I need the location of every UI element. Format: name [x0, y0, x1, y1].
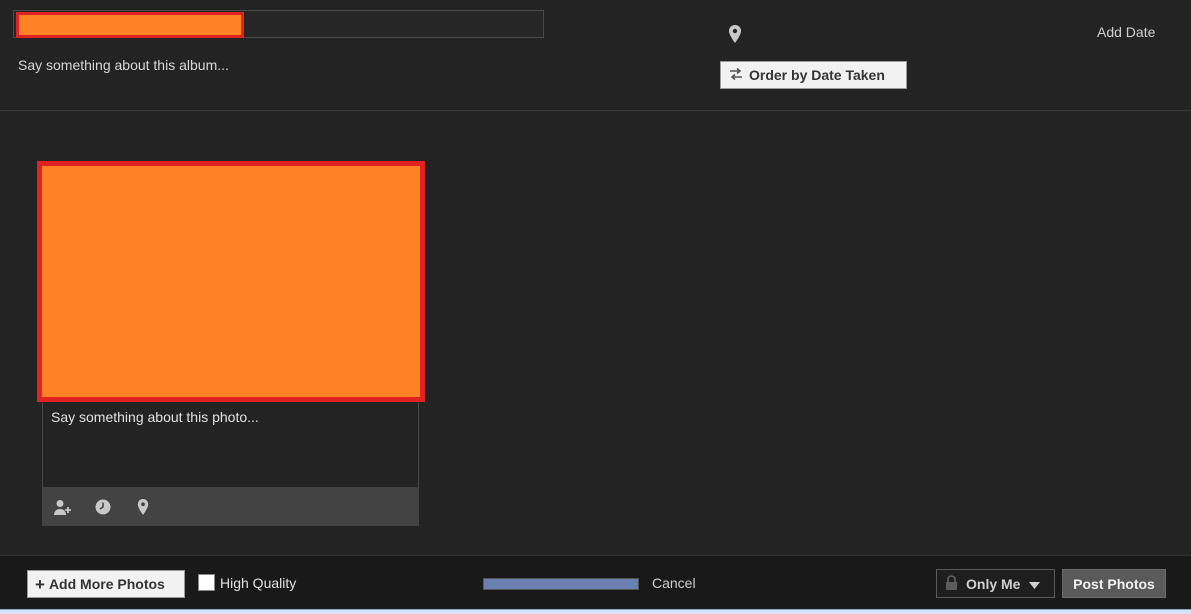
chevron-down-icon	[1029, 576, 1041, 592]
add-more-photos-button[interactable]: + Add More Photos	[27, 570, 185, 598]
cancel-link[interactable]: Cancel	[652, 575, 696, 591]
photo-caption-field[interactable]: Say something about this photo...	[42, 402, 419, 488]
upload-progress-fill	[484, 579, 638, 589]
order-button-label: Order by Date Taken	[749, 67, 885, 83]
lock-icon	[945, 574, 958, 593]
high-quality-checkbox[interactable]: High Quality	[198, 574, 296, 591]
high-quality-label: High Quality	[220, 574, 297, 591]
upload-progress-bar	[483, 578, 639, 590]
redacted-album-title	[16, 12, 244, 38]
order-by-date-button[interactable]: Order by Date Taken	[720, 61, 907, 89]
location-pin-icon[interactable]	[134, 498, 152, 516]
album-description-field[interactable]: Say something about this album...	[18, 57, 229, 73]
album-header: Say something about this album... Add Da…	[0, 0, 1191, 111]
album-title-input[interactable]	[246, 11, 541, 37]
privacy-label: Only Me	[966, 575, 1021, 592]
add-more-label: Add More Photos	[48, 576, 165, 592]
clock-icon[interactable]	[94, 498, 112, 516]
location-pin-icon[interactable]	[728, 25, 742, 43]
swap-arrows-icon	[729, 67, 749, 83]
privacy-selector[interactable]: Only Me	[936, 569, 1055, 598]
add-date-link[interactable]: Add Date	[1097, 24, 1155, 40]
post-photos-button[interactable]: Post Photos	[1062, 569, 1166, 598]
photo-card: Say something about this photo...	[37, 161, 425, 526]
taskbar-strip	[0, 609, 1191, 614]
plus-icon: +	[35, 574, 45, 594]
photo-tools-bar	[42, 487, 419, 526]
album-title-field[interactable]	[13, 10, 544, 38]
upload-footer: + Add More Photos High Quality Cancel On…	[0, 555, 1191, 614]
redacted-photo[interactable]	[37, 161, 425, 402]
tag-person-icon[interactable]	[54, 498, 72, 516]
photo-caption-placeholder: Say something about this photo...	[51, 409, 259, 425]
checkbox-box[interactable]	[198, 574, 215, 591]
